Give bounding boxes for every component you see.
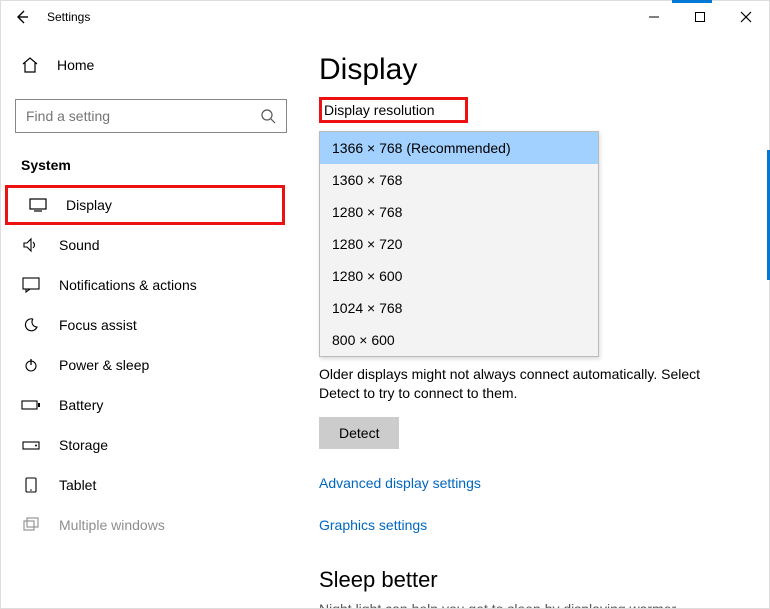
message-icon (21, 277, 41, 293)
resolution-option[interactable]: 1280 × 768 (320, 196, 598, 228)
resolution-option[interactable]: 1366 × 768 (Recommended) (320, 132, 598, 164)
detect-button[interactable]: Detect (319, 417, 399, 449)
advanced-display-link[interactable]: Advanced display settings (319, 475, 751, 491)
moon-icon (21, 317, 41, 333)
sidebar-item-battery[interactable]: Battery (1, 385, 301, 425)
graphics-settings-link[interactable]: Graphics settings (319, 517, 751, 533)
active-app-accent (672, 0, 712, 3)
close-button[interactable] (723, 1, 769, 33)
home-label: Home (57, 57, 94, 73)
sound-icon (21, 237, 41, 253)
resolution-option[interactable]: 1280 × 600 (320, 260, 598, 292)
resolution-option[interactable]: 800 × 600 (320, 324, 598, 356)
sidebar-item-tablet[interactable]: Tablet (1, 465, 301, 505)
tablet-icon (21, 477, 41, 493)
power-icon (21, 357, 41, 373)
resolution-option[interactable]: 1360 × 768 (320, 164, 598, 196)
sleep-text: Night light can help you get to sleep by… (319, 601, 751, 608)
helper-text: Older displays might not always connect … (319, 365, 739, 403)
sidebar-item-multiple-windows[interactable]: Multiple windows (1, 505, 301, 545)
sidebar-item-label: Battery (59, 397, 103, 413)
search-box[interactable] (15, 99, 287, 133)
search-icon (260, 108, 276, 124)
main-panel: Display Display resolution 1366 × 768 (R… (301, 33, 769, 608)
back-button[interactable] (1, 9, 43, 25)
sidebar-item-storage[interactable]: Storage (1, 425, 301, 465)
section-title: System (1, 149, 301, 185)
storage-icon (21, 439, 41, 451)
resolution-option[interactable]: 1024 × 768 (320, 292, 598, 324)
maximize-button[interactable] (677, 1, 723, 33)
display-icon (28, 198, 48, 212)
caption-buttons (631, 1, 769, 33)
sidebar-item-label: Power & sleep (59, 357, 149, 373)
sidebar-item-label: Storage (59, 437, 108, 453)
resolution-option[interactable]: 1280 × 720 (320, 228, 598, 260)
minimize-button[interactable] (631, 1, 677, 33)
sidebar-item-label: Focus assist (59, 317, 137, 333)
window-title: Settings (43, 10, 90, 24)
page-title: Display (319, 53, 751, 87)
sidebar-item-label: Notifications & actions (59, 277, 197, 293)
battery-icon (21, 399, 41, 411)
sidebar-item-display[interactable]: Display (5, 185, 285, 225)
sidebar-item-label: Sound (59, 237, 99, 253)
sidebar-item-label: Display (66, 197, 112, 213)
sidebar: Home System Display Sound Notifications … (1, 33, 301, 608)
resolution-label: Display resolution (319, 97, 468, 123)
sidebar-item-label: Tablet (59, 477, 96, 493)
titlebar: Settings (1, 1, 769, 33)
sidebar-item-sound[interactable]: Sound (1, 225, 301, 265)
sidebar-item-label: Multiple windows (59, 517, 165, 533)
windows-icon (21, 517, 41, 533)
sidebar-item-notifications[interactable]: Notifications & actions (1, 265, 301, 305)
sidebar-item-focus-assist[interactable]: Focus assist (1, 305, 301, 345)
sidebar-item-power[interactable]: Power & sleep (1, 345, 301, 385)
home-link[interactable]: Home (1, 45, 301, 85)
resolution-dropdown[interactable]: 1366 × 768 (Recommended) 1360 × 768 1280… (319, 131, 599, 357)
search-input[interactable] (26, 108, 260, 124)
home-icon (21, 56, 39, 74)
sleep-heading: Sleep better (319, 567, 751, 593)
